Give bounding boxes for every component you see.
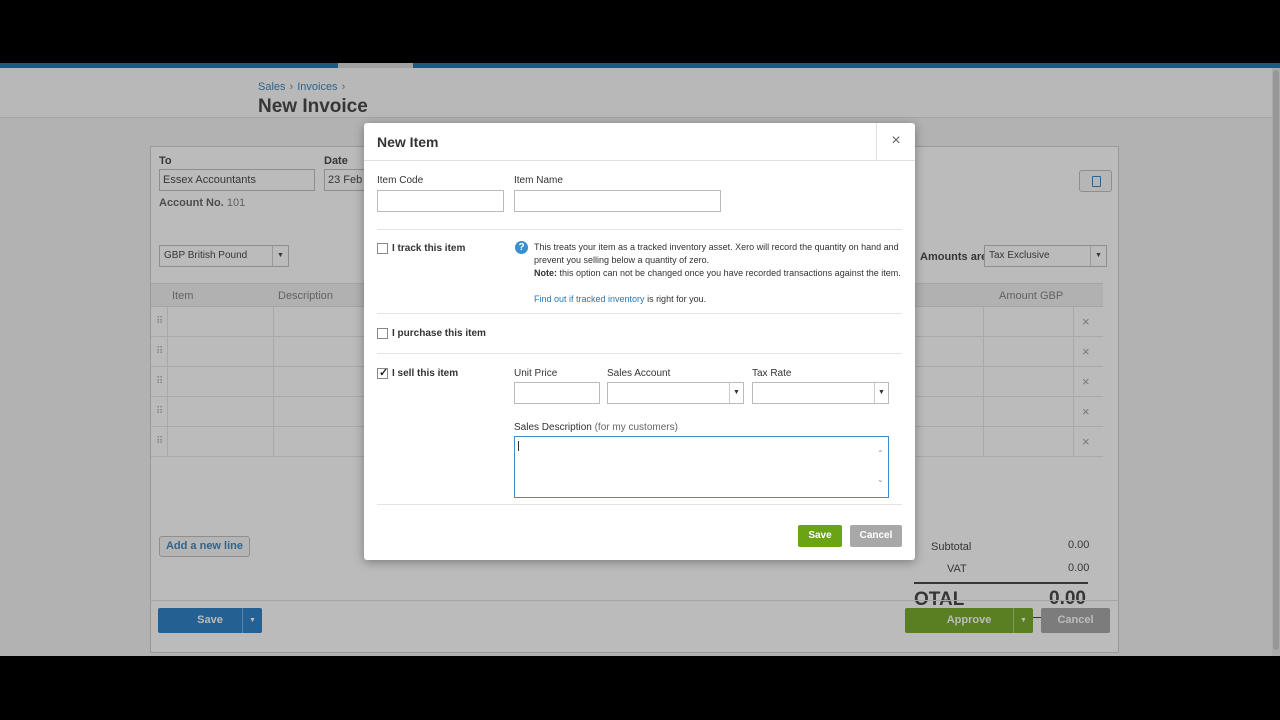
track-note-text: this option can not be changed once you … <box>557 268 901 278</box>
dialog-header: New Item × <box>364 123 915 161</box>
item-name-input[interactable] <box>514 190 721 212</box>
track-link-suffix: is right for you. <box>644 294 707 304</box>
new-item-dialog: New Item × Item Code Item Name I track t… <box>364 123 915 560</box>
section-divider <box>377 313 902 314</box>
sales-description-title: Sales Description <box>514 422 592 433</box>
scroll-up-icon[interactable]: ⌃ <box>877 449 884 458</box>
help-icon[interactable]: ? <box>515 241 528 254</box>
section-divider <box>377 353 902 354</box>
sell-item-label[interactable]: I sell this item <box>392 368 458 379</box>
tracked-inventory-link[interactable]: Find out if tracked inventory <box>534 294 645 304</box>
dialog-save-button[interactable]: Save <box>798 525 842 547</box>
section-divider <box>377 229 902 230</box>
track-info-text: This treats your item as a tracked inven… <box>534 241 904 280</box>
close-icon[interactable]: × <box>876 123 915 161</box>
sales-account-select[interactable]: ▼ <box>607 382 744 404</box>
purchase-item-checkbox[interactable] <box>377 328 388 339</box>
sales-description-hint: (for my customers) <box>594 422 678 433</box>
item-code-input[interactable] <box>377 190 504 212</box>
item-name-label: Item Name <box>514 175 563 186</box>
section-divider <box>377 504 902 505</box>
chevron-down-icon: ▼ <box>874 383 888 403</box>
dialog-title: New Item <box>377 134 439 150</box>
sales-description-label: Sales Description (for my customers) <box>514 422 678 433</box>
track-info-description: This treats your item as a tracked inven… <box>534 242 899 265</box>
xero-screen: Sales › Invoices › New Invoice To Essex Acc… <box>0 63 1280 656</box>
checkmark-icon: ✓ <box>379 367 389 379</box>
track-item-label[interactable]: I track this item <box>392 243 465 254</box>
dialog-cancel-button[interactable]: Cancel <box>850 525 902 547</box>
chevron-down-icon: ▼ <box>729 383 743 403</box>
text-cursor <box>518 441 519 451</box>
track-item-checkbox[interactable] <box>377 243 388 254</box>
track-note-label: Note: <box>534 268 557 278</box>
purchase-item-label[interactable]: I purchase this item <box>392 328 486 339</box>
sell-item-checkbox[interactable]: ✓ <box>377 367 389 379</box>
tax-rate-label: Tax Rate <box>752 368 792 379</box>
scroll-down-icon[interactable]: ⌄ <box>877 475 884 484</box>
item-code-label: Item Code <box>377 175 424 186</box>
tax-rate-select[interactable]: ▼ <box>752 382 889 404</box>
track-link-line: Find out if tracked inventory is right f… <box>534 293 904 306</box>
unit-price-input[interactable] <box>514 382 600 404</box>
sales-account-label: Sales Account <box>607 368 671 379</box>
unit-price-label: Unit Price <box>514 368 558 379</box>
sales-description-textarea[interactable]: ⌃ ⌄ <box>514 436 889 498</box>
